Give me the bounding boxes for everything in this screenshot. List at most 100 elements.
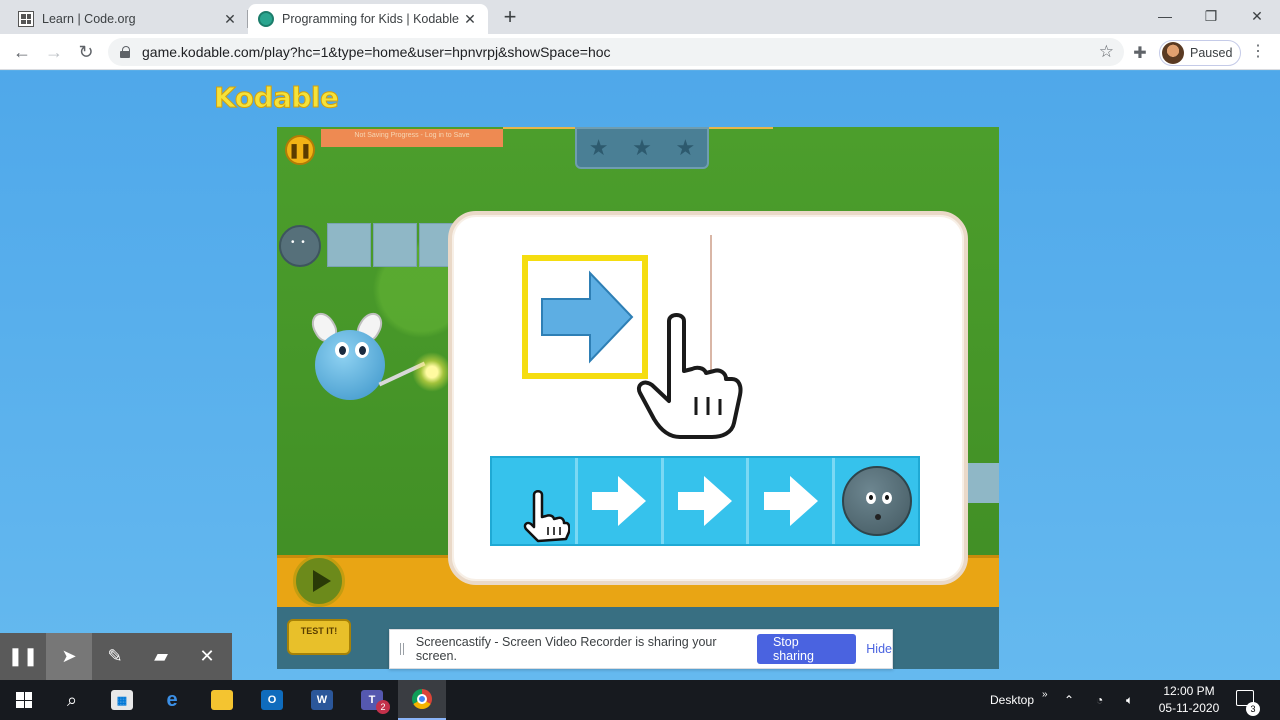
profile-button[interactable]: Paused [1159,40,1241,66]
arrow-right-icon [592,476,647,526]
hide-button[interactable]: Hide [866,642,892,656]
toolbar-expand-icon[interactable]: » [1042,674,1048,714]
store-app[interactable]: ▦ [98,680,146,720]
code-slot-arrow-right[interactable] [664,458,750,544]
arrow-right-icon [677,476,732,526]
test-it-button[interactable]: TEST IT! [287,619,351,655]
tab-title: Programming for Kids | Kodable [282,12,459,26]
notification-count: 3 [1246,702,1260,716]
url-text[interactable]: game.kodable.com/play?hc=1&type=home&use… [142,44,611,60]
close-icon[interactable]: ✕ [462,11,478,27]
bunny-helper-character [306,308,467,422]
code-slot-empty[interactable] [492,458,578,544]
clock-date: 05-11-2020 [1158,701,1220,715]
window-close-icon[interactable]: ✕ [1234,4,1280,28]
teams-app[interactable]: T 2 [348,680,396,720]
reload-icon[interactable]: ↻ [72,39,100,65]
save-notice[interactable]: Not Saving Progress - Log in to Save [321,129,503,147]
chrome-app[interactable] [398,680,446,720]
tab-title: Learn | Code.org [42,12,136,26]
chrome-icon [412,689,432,709]
lock-icon[interactable] [120,46,130,58]
search-icon[interactable]: ⌕ [48,680,96,720]
teams-badge: 2 [376,700,390,714]
bookmark-star-icon[interactable]: ☆ [1099,42,1114,62]
eye [335,342,349,358]
character-body [315,330,385,400]
code-sequence [490,456,920,546]
star-icon: ★ [588,135,609,160]
code-slot-fuzz[interactable] [835,458,918,544]
hand-cursor-icon [524,490,571,543]
eye [881,492,892,504]
cursor-icon[interactable]: ➤ [46,633,92,680]
eraser-icon[interactable]: ▰ [138,633,184,680]
store-icon: ▦ [111,690,133,710]
restore-icon[interactable]: ❐ [1188,4,1234,28]
stop-sharing-button[interactable]: Stop sharing [756,634,857,664]
back-icon[interactable]: ← [8,39,36,65]
minimize-icon[interactable]: — [1142,4,1188,28]
mouth [874,514,881,520]
share-message: Screencastify - Screen Video Recorder is… [415,635,717,663]
tab-kodable[interactable]: Programming for Kids | Kodable ✕ [248,4,488,34]
profile-status: Paused [1190,46,1233,60]
volume-icon[interactable]: 🔈︎ [1126,680,1133,720]
arrow-right-icon [763,476,818,526]
star-icon: ★ [632,135,652,160]
taskbar: ⌕ ▦ e O W T 2 Desktop » ⌃ ◔ 🔈︎ 12:00 PM … [0,680,1280,720]
edge-icon: e [166,688,178,711]
folder-icon [211,690,233,710]
file-explorer-app[interactable] [198,680,246,720]
system-clock[interactable]: 12:00 PM 05-11-2020 [1150,683,1228,717]
fuzz-character-icon [841,466,912,536]
close-toolbar-icon[interactable]: ✕ [184,633,230,680]
tab-code-org[interactable]: Learn | Code.org ✕ [8,4,248,34]
maze-tile [327,223,371,267]
extensions-puzzle-icon[interactable]: ✚ [1130,43,1150,63]
outlook-icon: O [261,690,283,710]
pen-icon[interactable]: ✎ [92,633,138,680]
drag-handle-icon[interactable] [400,643,404,655]
new-tab-button[interactable]: + [498,6,522,30]
tray-chevron-up-icon[interactable]: ⌃ [1064,680,1074,720]
code-slot-arrow-right[interactable] [578,458,664,544]
wand-sparkle [412,352,452,392]
edge-app[interactable]: e [148,680,196,720]
avatar [1162,42,1184,64]
annotation-toolbar: ❚❚ ➤ ✎ ▰ ✕ [0,633,232,680]
forward-icon[interactable]: → [40,39,68,65]
close-icon[interactable]: ✕ [222,11,238,27]
arrow-right-icon [541,270,634,364]
maze-tile [373,223,417,267]
network-icon[interactable]: ◔ [1096,680,1103,720]
windows-logo-icon [16,692,32,708]
pause-button[interactable]: ❚❚ [285,135,315,165]
word-app[interactable]: W [298,680,346,720]
command-target-box[interactable] [522,255,648,379]
kodable-favicon-icon [258,11,274,27]
star-icon: ★ [675,135,696,160]
address-bar[interactable]: game.kodable.com/play?hc=1&type=home&use… [108,38,1124,66]
code-slot-arrow-right[interactable] [749,458,836,544]
browser-toolbar: ← → ↻ game.kodable.com/play?hc=1&type=ho… [0,34,1280,70]
game-canvas[interactable]: Not Saving Progress - Log in to Save ❚❚ … [277,127,999,669]
tab-strip: Learn | Code.org ✕ Programming for Kids … [0,0,1280,34]
eye [355,342,369,358]
screen-share-banner: Screencastify - Screen Video Recorder is… [389,629,893,669]
start-button[interactable] [0,680,48,720]
kodable-logo[interactable]: Kodable [214,81,340,115]
browser-menu-icon[interactable]: ⋮ [1250,42,1266,64]
clock-time: 12:00 PM [1163,684,1215,698]
pointing-hand-icon [637,313,743,439]
outlook-app[interactable]: O [248,680,296,720]
play-button[interactable] [293,555,345,607]
eye [865,492,876,504]
maze-tile [967,463,999,503]
desktop-toolbar-label[interactable]: Desktop [990,680,1034,720]
code-org-favicon-icon [18,11,34,27]
fuzz-character [279,225,321,267]
word-icon: W [311,690,333,710]
page-content: Kodable Not Saving Progress - Log in to … [0,71,1280,680]
pause-recording-icon[interactable]: ❚❚ [0,633,46,680]
